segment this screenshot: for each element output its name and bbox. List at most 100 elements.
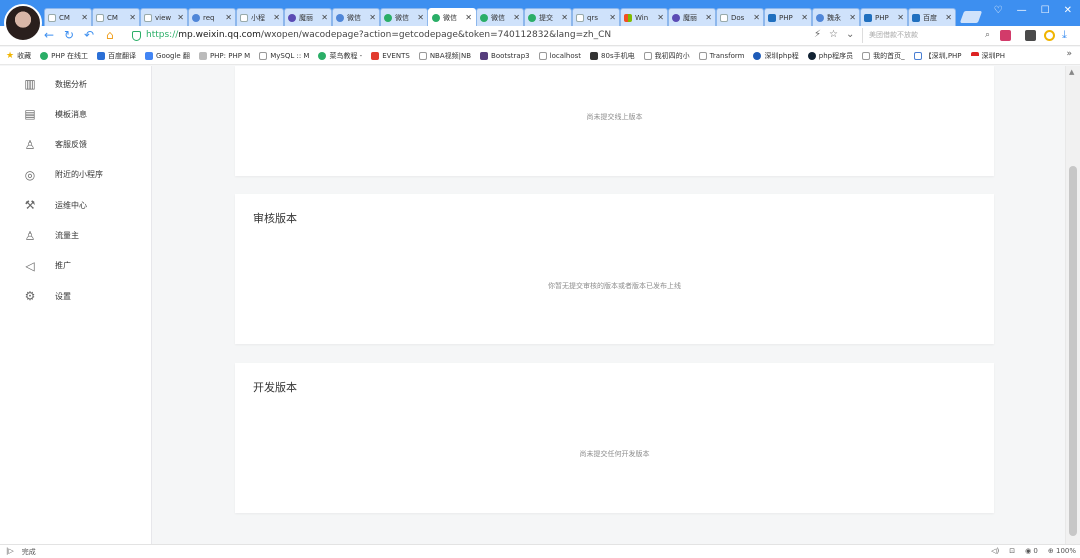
user-avatar[interactable] [4,4,42,42]
chevron-down-icon[interactable]: ⌄ [846,29,854,40]
bookmarks-more-icon[interactable]: » [1066,49,1072,59]
tab-close-icon[interactable]: ✕ [609,13,616,22]
browser-tab[interactable]: PHP ✕ [860,8,908,26]
bookmark-item[interactable]: PHP 在线工 [40,51,88,61]
tab-close-icon[interactable]: ✕ [273,13,280,22]
tab-close-icon[interactable]: ✕ [465,13,472,22]
home-icon[interactable]: ⌂ [106,28,114,42]
browser-tab[interactable]: CM ✕ [44,8,92,26]
window-controls: ♡ — ☐ ✕ [994,5,1072,16]
bookmark-item[interactable]: 80s手机电 [590,51,635,61]
bookmark-item[interactable]: 我的首页_ [862,51,905,61]
sidebar-item[interactable]: ◁ 推广 [0,256,152,276]
tab-close-icon[interactable]: ✕ [129,13,136,22]
sidebar-item[interactable]: ▥ 数据分析 [0,74,152,94]
browser-tab[interactable]: 魔丽 ✕ [284,8,332,26]
bookmark-item[interactable]: ★ 收藏 [6,51,31,61]
scissors-icon[interactable] [1000,30,1011,41]
browser-tab[interactable]: req ✕ [188,8,236,26]
bookmark-label: PHP: PHP M [209,51,251,60]
tab-close-icon[interactable]: ✕ [801,13,808,22]
bookmark-item[interactable]: 菜鸟教程 - [318,51,362,61]
download-icon[interactable]: ⤓ [1062,28,1073,41]
lightning-icon[interactable]: ⚡ [814,29,821,40]
tab-close-icon[interactable]: ✕ [657,13,664,22]
browser-tab[interactable]: Dos ✕ [716,8,764,26]
tab-favicon-icon [624,13,632,22]
maximize-button[interactable]: ☐ [1041,5,1050,16]
counter-value: 0 [1033,547,1038,555]
search-icon[interactable]: ⌕ [985,28,990,43]
browser-tab[interactable]: Win ✕ [620,8,668,26]
speaker-icon[interactable]: ◁) [991,547,999,555]
sidebar-item[interactable]: ♙ 流量主 [0,226,152,246]
tab-close-icon[interactable]: ✕ [81,13,88,22]
tab-close-icon[interactable]: ✕ [369,13,376,22]
tab-close-icon[interactable]: ✕ [945,13,952,22]
bookmark-item[interactable]: PHP: PHP M [198,51,251,60]
browser-tab[interactable]: PHP ✕ [764,8,812,26]
browser-tab[interactable]: 微信 ✕ [380,8,428,26]
browser-tab[interactable]: 百度 ✕ [908,8,956,26]
star-icon[interactable]: ☆ [829,29,838,40]
page-scrollbar[interactable]: ▲ [1065,66,1080,544]
browser-tab[interactable]: 微信 ✕ [476,8,524,26]
browser-tab[interactable]: 魔丽 ✕ [668,8,716,26]
counter-badge[interactable]: ◉ 0 [1025,547,1038,555]
bookmark-item[interactable]: localhost [538,51,581,60]
tab-close-icon[interactable]: ✕ [705,13,712,22]
extension-icon[interactable] [1025,30,1036,41]
tab-close-icon[interactable]: ✕ [321,13,328,22]
sidebar-toggle-icon[interactable]: |▷ [6,547,14,557]
tab-close-icon[interactable]: ✕ [513,13,520,22]
bookmark-item[interactable]: Google 翻 [145,51,190,61]
bookmark-item[interactable]: Bootstrap3 [480,51,530,60]
browser-tab[interactable]: CM ✕ [92,8,140,26]
tab-close-icon[interactable]: ✕ [417,13,424,22]
sidebar-item[interactable]: ⚒ 运维中心 [0,195,152,215]
sidebar-item[interactable]: ♙ 客服反馈 [0,135,152,155]
favorite-icon[interactable]: ♡ [994,5,1003,16]
circle-extension-icon[interactable] [1044,30,1055,41]
tab-close-icon[interactable]: ✕ [177,13,184,22]
address-bar[interactable]: https://mp.weixin.qq.com/wxopen/wacodepa… [146,30,611,40]
bookmark-item[interactable]: NBA视频|NB [418,51,471,61]
scroll-thumb[interactable] [1069,166,1077,536]
browser-tab[interactable]: view ✕ [140,8,188,26]
new-tab-button[interactable] [959,11,983,23]
review-version-card: 审核版本 你暂无提交审核的版本或者版本已发布上线 [235,194,994,344]
sidebar-item[interactable]: ▤ 模板消息 [0,104,152,124]
undo-icon[interactable]: ↶ [84,28,94,42]
back-arrow-icon[interactable]: ← [44,28,54,42]
close-window-button[interactable]: ✕ [1064,5,1072,16]
bookmark-item[interactable]: 深圳PH [970,51,1005,61]
tab-close-icon[interactable]: ✕ [753,13,760,22]
bookmark-label: 【深圳,PHP [924,51,962,60]
sidebar-item[interactable]: ⚙ 设置 [0,286,152,306]
browser-tab[interactable]: 提交 ✕ [524,8,572,26]
tab-close-icon[interactable]: ✕ [849,13,856,22]
bookmark-item[interactable]: MySQL :: M [259,51,309,60]
minimize-button[interactable]: — [1017,5,1027,16]
refresh-icon[interactable]: ↻ [64,28,74,42]
sidebar-item[interactable]: ◎ 附近的小程序 [0,165,152,185]
tab-close-icon[interactable]: ✕ [561,13,568,22]
browser-tab[interactable]: 微信 ✕ [332,8,380,26]
bookmark-item[interactable]: 我初四的小 [643,51,690,61]
bookmark-item[interactable]: 深圳php程 [753,51,799,61]
bookmark-item[interactable]: Transform [698,51,744,60]
bookmark-item[interactable]: EVENTS [371,51,410,60]
tab-close-icon[interactable]: ✕ [897,13,904,22]
browser-tab[interactable]: 魏永 ✕ [812,8,860,26]
scroll-up-icon[interactable]: ▲ [1069,68,1074,76]
search-input[interactable]: 美团借款不放款 ⌕ [862,28,992,43]
browser-tab[interactable]: 小程 ✕ [236,8,284,26]
bookmark-item[interactable]: 百度翻译 [97,51,136,61]
bookmark-item[interactable]: 【深圳,PHP [913,51,962,61]
tab-close-icon[interactable]: ✕ [225,13,232,22]
bookmark-item[interactable]: php程序员 [807,51,853,61]
zoom-control[interactable]: ⊕ 100% [1048,547,1076,555]
browser-tab[interactable]: qrs ✕ [572,8,620,26]
browser-tab[interactable]: 微信 ✕ [428,8,476,26]
lock-icon[interactable]: ⊡ [1009,547,1015,555]
